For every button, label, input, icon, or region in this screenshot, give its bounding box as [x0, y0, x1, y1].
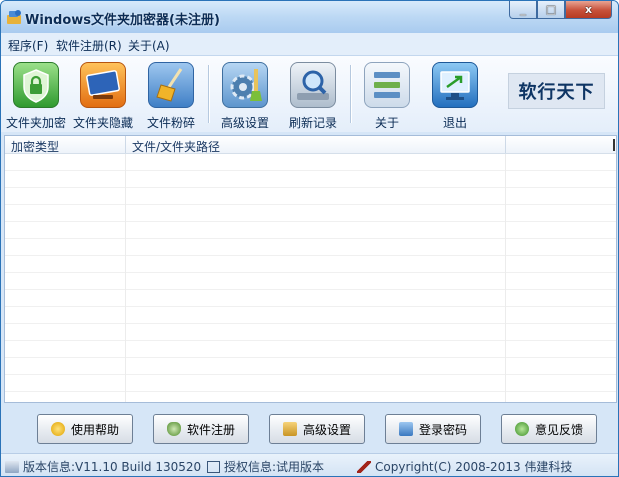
broom-icon [148, 62, 194, 108]
button-label: 高级设置 [302, 422, 351, 437]
advanced-settings-button[interactable]: 高级设置 [269, 414, 365, 444]
maximize-button[interactable]: □ [537, 1, 565, 19]
grid-line [125, 154, 126, 402]
toolbar-advanced-settings[interactable]: 高级设置 [215, 62, 275, 130]
toolbar-about[interactable]: 关于 [357, 62, 417, 130]
toolbar-separator [208, 65, 210, 123]
feedback-button[interactable]: 意见反馈 [501, 414, 597, 444]
toolbar-label: 高级设置 [220, 116, 269, 130]
button-label: 软件注册 [186, 422, 235, 437]
button-label: 登录密码 [418, 422, 467, 437]
version-icon [5, 460, 19, 473]
lock-shield-icon [13, 62, 59, 108]
list-rows[interactable] [5, 154, 616, 402]
license-icon [207, 460, 220, 473]
toolbar-file-shred[interactable]: 文件粉碎 [141, 62, 201, 130]
toolbar-label: 刷新记录 [288, 116, 337, 130]
gear-broom-icon [222, 62, 268, 108]
register-button[interactable]: 软件注册 [153, 414, 249, 444]
window-title: Windows文件夹加密器(未注册) [25, 13, 220, 28]
toolbar-label: 文件夹加密 [5, 116, 66, 130]
menu-register[interactable]: 软件注册(R) [56, 37, 122, 54]
toolbar-separator [350, 65, 352, 123]
column-divider[interactable] [505, 136, 506, 153]
magnifier-refresh-icon [290, 62, 336, 108]
app-window: Windows文件夹加密器(未注册) _ □ x 程序(F) 软件注册(R) 关… [0, 0, 619, 477]
brand-logo: 软行天下 [508, 73, 605, 109]
menu-bar: 程序(F) 软件注册(R) 关于(A) [1, 33, 618, 56]
action-bar: 使用帮助 软件注册 高级设置 登录密码 意见反馈 [1, 403, 618, 453]
button-label: 意见反馈 [534, 422, 583, 437]
app-icon [7, 10, 21, 24]
feedback-icon [514, 422, 529, 436]
help-button[interactable]: 使用帮助 [37, 414, 133, 444]
toolbar-exit[interactable]: 退出 [425, 62, 485, 130]
toolbar-folder-encrypt[interactable]: 文件夹加密 [4, 62, 68, 130]
login-key-icon [398, 422, 413, 436]
column-encrypt-type[interactable]: 加密类型 [11, 138, 59, 155]
status-license-text: 授权信息:试用版本 [224, 460, 325, 474]
pen-icon [357, 460, 371, 473]
toolbar-label: 退出 [442, 116, 467, 130]
status-copyright-text: Copyright(C) 2008-2013 伟建科技 [375, 460, 573, 474]
grid-line [505, 154, 506, 402]
close-button[interactable]: x [565, 1, 612, 19]
encrypted-items-list[interactable]: 加密类型 文件/文件夹路径 [4, 135, 617, 403]
toolbar-refresh-records[interactable]: 刷新记录 [283, 62, 343, 130]
toolbar-folder-hide[interactable]: 文件夹隐藏 [70, 62, 136, 130]
login-password-button[interactable]: 登录密码 [385, 414, 481, 444]
toolbar-label: 文件夹隐藏 [72, 116, 133, 130]
toolbar-label: 文件粉碎 [146, 116, 195, 130]
title-bar[interactable]: Windows文件夹加密器(未注册) _ □ x [1, 1, 618, 33]
column-end-marker [613, 139, 615, 151]
menu-about[interactable]: 关于(A) [128, 37, 170, 54]
status-copyright: Copyright(C) 2008-2013 伟建科技 [357, 458, 572, 475]
status-license: 授权信息:试用版本 [207, 458, 324, 475]
info-list-icon [364, 62, 410, 108]
monitor-hide-icon [80, 62, 126, 108]
column-file-path[interactable]: 文件/文件夹路径 [132, 138, 220, 155]
status-bar: 版本信息:V11.10 Build 130520 授权信息:试用版本 Copyr… [1, 453, 618, 476]
column-divider[interactable] [125, 136, 126, 153]
list-header: 加密类型 文件/文件夹路径 [5, 136, 616, 154]
button-label: 使用帮助 [70, 422, 119, 437]
help-icon [50, 422, 65, 436]
toolbar-label: 关于 [374, 116, 399, 130]
minimize-button[interactable]: _ [509, 1, 537, 19]
money-bag-icon [166, 422, 181, 436]
exit-monitor-icon [432, 62, 478, 108]
status-version: 版本信息:V11.10 Build 130520 [5, 458, 201, 475]
settings-icon [282, 422, 297, 436]
status-version-text: 版本信息:V11.10 Build 130520 [23, 460, 202, 474]
menu-program[interactable]: 程序(F) [8, 37, 48, 54]
